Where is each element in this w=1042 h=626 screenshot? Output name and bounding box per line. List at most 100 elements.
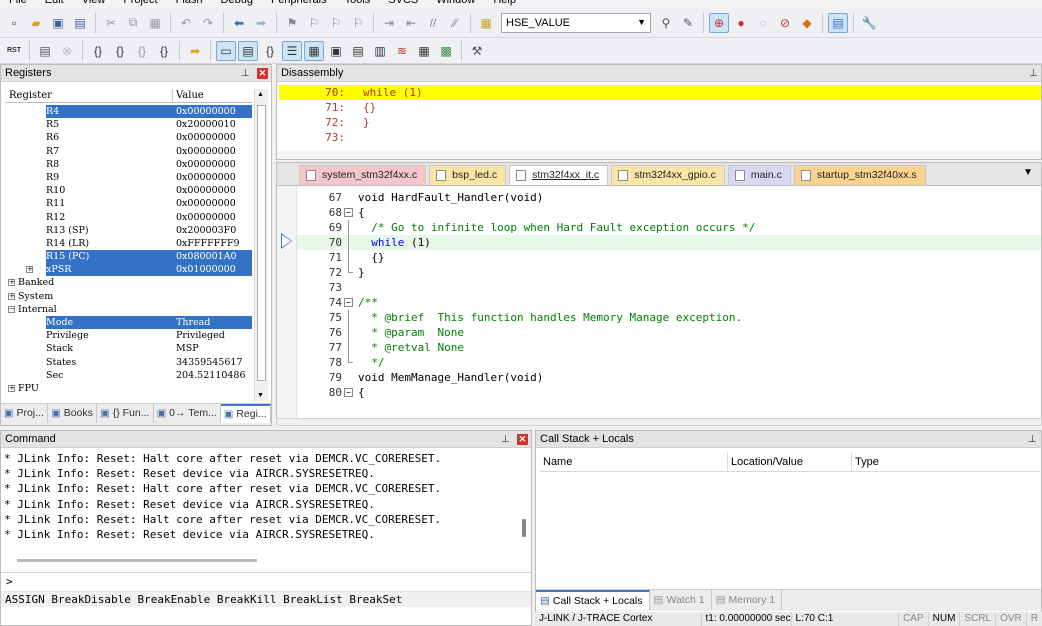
run-icon[interactable]: ▤ [35,41,55,61]
register-row[interactable]: R9 0x00000000 [6,171,252,184]
code-line[interactable]: 75 * @brief This function handles Memory… [297,310,1041,325]
toolbox-icon[interactable]: ⚒ [467,41,487,61]
register-row[interactable]: + Banked [6,276,252,289]
disassembly-line[interactable]: 73: [279,130,1041,145]
register-row[interactable]: R12 0x00000000 [6,211,252,224]
column-register[interactable]: Register [6,89,173,102]
pin-icon[interactable]: ⊥ [501,431,510,448]
close-icon[interactable]: ✕ [257,68,268,79]
register-row[interactable]: + FPU [6,382,252,395]
step-out-icon[interactable]: {} [132,41,152,61]
menu-item[interactable]: Peripherals [262,0,336,8]
tab-registers[interactable]: ▣ Regi... [220,404,271,423]
register-row[interactable]: R15 (PC) 0x080001A0 [6,250,252,264]
run-to-cursor-icon[interactable]: {} [154,41,174,61]
register-row[interactable]: R8 0x00000000 [6,158,252,171]
memory-window-icon[interactable]: ▤ [348,41,368,61]
incremental-find-icon[interactable]: ✎ [678,13,698,33]
reset-icon[interactable]: RST [4,41,24,61]
bookmark-prev-icon[interactable]: ⚐ [304,13,324,33]
code-line[interactable]: 73 [297,280,1041,295]
register-row[interactable]: R6 0x00000000 [6,131,252,144]
editor-gutter[interactable] [277,186,297,418]
new-file-icon[interactable]: ▫ [4,13,24,33]
disable-breakpoints-icon[interactable]: ⊘ [775,13,795,33]
paste-icon[interactable]: ▦ [145,13,165,33]
debug-session-icon[interactable]: ⊕ [709,12,729,33]
register-row[interactable]: R5 0x20000010 [6,118,252,131]
code-line[interactable]: 68−{ [297,205,1041,220]
disassembly-line[interactable]: 70: while (1) [279,85,1041,100]
menu-item[interactable]: Edit [36,0,73,8]
editor-tab[interactable]: bsp_led.c [429,165,507,185]
save-all-icon[interactable]: ▤ [70,13,90,33]
registers-scrollbar[interactable]: ▲ ▼ [254,89,268,401]
nav-back-icon[interactable]: ⬅ [229,13,249,33]
code-line[interactable]: 67 void HardFault_Handler(void) [297,190,1041,205]
close-icon[interactable]: ✕ [517,434,528,445]
editor-scrollbar[interactable] [276,418,1042,426]
open-file-icon[interactable]: ▰ [26,13,46,33]
menu-item[interactable]: Flash [167,0,212,8]
code-line[interactable]: 79 void MemManage_Handler(void) [297,370,1041,385]
pin-icon[interactable]: ⊥ [241,65,250,82]
menu-item[interactable]: Tools [336,0,380,8]
register-row[interactable]: R11 0x00000000 [6,197,252,210]
column-value[interactable]: Value [173,89,252,102]
register-row[interactable]: R13 (SP) 0x200003F0 [6,224,252,237]
menu-item[interactable]: SVCS [379,0,427,8]
code-line[interactable]: 80−{ [297,385,1041,400]
registers-window-icon[interactable]: ☰ [282,40,302,61]
configure-icon[interactable]: 🔧 [859,13,879,33]
register-row[interactable]: Stack MSP [6,342,252,355]
find-combobox[interactable]: HSE_VALUE ▼ [501,12,651,33]
menu-item[interactable]: Help [484,0,525,8]
indent-icon[interactable]: ⇥ [379,13,399,33]
code-line[interactable]: 74−/** [297,295,1041,310]
insert-breakpoint-icon[interactable]: ● [731,13,751,33]
tab-functions[interactable]: ▣{} Fun... [97,404,154,423]
nav-forward-icon[interactable]: ➡ [251,13,271,33]
scroll-up-icon[interactable]: ▲ [257,91,264,98]
pin-icon[interactable]: ⊥ [1028,431,1037,448]
kill-breakpoints-icon[interactable]: ◆ [797,13,817,33]
unindent-icon[interactable]: ⇤ [401,13,421,33]
symbols-window-icon[interactable]: {} [260,41,280,61]
expand-icon[interactable]: + [8,384,15,392]
uncomment-icon[interactable]: ∕∕ [445,13,465,33]
register-row[interactable]: Mode Thread [6,316,252,330]
register-row[interactable]: Sec 204.52110486 [6,369,252,382]
editor-tab[interactable]: stm32f4xx_gpio.c [611,165,725,185]
bookmark-next-icon[interactable]: ⚐ [326,13,346,33]
redo-icon[interactable]: ↷ [198,13,218,33]
cut-icon[interactable]: ✂ [101,13,121,33]
command-hscrollbar[interactable] [1,555,531,565]
command-input[interactable]: > [1,572,531,589]
tab-books[interactable]: ▣ Books [48,404,98,423]
register-row[interactable]: R10 0x00000000 [6,184,252,197]
show-next-statement-icon[interactable]: ➡ [185,41,205,61]
trace-window-icon[interactable]: ▦ [414,41,434,61]
register-row[interactable]: R4 0x00000000 [6,105,252,119]
disassembly-line[interactable]: 71: {} [279,100,1041,115]
column-type[interactable]: Type [852,452,1040,471]
disassembly-window-icon[interactable]: ▤ [238,40,258,61]
menu-item[interactable]: File [0,0,36,8]
tab-templates[interactable]: ▣ 0→ Tem... [154,404,221,423]
column-location[interactable]: Location/Value [728,452,852,471]
code-line[interactable]: 76 * @param None [297,325,1041,340]
register-row[interactable]: Privilege Privileged [6,329,252,342]
editor-tab[interactable]: startup_stm32f40xx.s [793,165,926,185]
code-line[interactable]: 70 while (1) [297,235,1041,250]
expand-icon[interactable]: + [8,292,15,300]
command-window-icon[interactable]: ▭ [216,40,236,61]
tab-project[interactable]: ▣ Proj... [1,404,49,423]
comment-icon[interactable]: // [423,13,443,33]
register-row[interactable]: + System [6,290,252,303]
stop-icon[interactable]: ⊗ [57,41,77,61]
step-into-icon[interactable]: {} [88,41,108,61]
copy-icon[interactable]: ⧉ [123,13,143,33]
register-row[interactable]: R14 (LR) 0xFFFFFFF9 [6,237,252,250]
save-icon[interactable]: ▣ [48,13,68,33]
analysis-window-icon[interactable]: ≋ [392,41,412,61]
